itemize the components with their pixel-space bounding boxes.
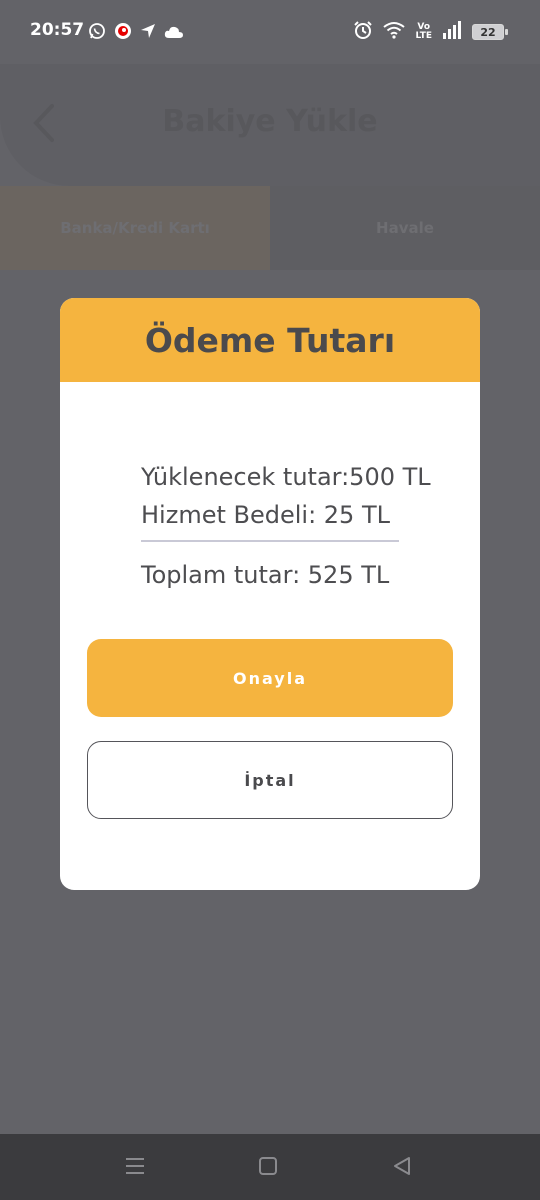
status-bar: 20:57 Vo LTE 22 (0, 0, 540, 64)
load-amount-text: Yüklenecek tutar:500 TL (141, 463, 431, 491)
payment-dialog: Ödeme Tutarı Yüklenecek tutar:500 TL Hiz… (60, 298, 480, 890)
service-fee-text: Hizmet Bedeli: 25 TL (141, 501, 390, 529)
whatsapp-icon (88, 22, 106, 44)
page-title: Bakiye Yükle (162, 104, 378, 139)
dialog-header: Ödeme Tutarı (60, 298, 480, 382)
wifi-icon (383, 21, 406, 43)
payment-summary: Yüklenecek tutar:500 TL Hizmet Bedeli: 2… (141, 458, 431, 534)
tab-bank-card[interactable]: Banka/Kredi Kartı (0, 186, 270, 270)
system-nav-bar (0, 1134, 540, 1200)
summary-divider (141, 540, 399, 542)
tab-bar: Banka/Kredi Kartı Havale (0, 186, 540, 270)
confirm-button[interactable]: Onayla (87, 639, 453, 717)
total-amount-text: Toplam tutar: 525 TL (141, 561, 390, 589)
home-button[interactable] (254, 1154, 282, 1182)
back-triangle-icon (391, 1155, 413, 1181)
status-right-icons: Vo LTE 22 (353, 20, 508, 44)
tab-havale[interactable]: Havale (270, 186, 540, 270)
vodafone-icon (114, 22, 132, 44)
menu-icon (124, 1156, 146, 1180)
cancel-button[interactable]: İptal (87, 741, 453, 819)
alarm-icon (353, 20, 373, 44)
status-time: 20:57 (30, 20, 85, 40)
battery-icon: 22 (472, 24, 508, 40)
recent-apps-button[interactable] (121, 1154, 149, 1182)
location-arrow-icon (140, 23, 156, 43)
status-left-icons (88, 22, 184, 44)
home-square-icon (257, 1155, 279, 1181)
signal-icon (442, 21, 462, 43)
cloud-icon (164, 24, 184, 43)
volte-icon: Vo LTE (415, 23, 432, 41)
dialog-title: Ödeme Tutarı (144, 320, 396, 360)
nav-back-button[interactable] (388, 1154, 416, 1182)
volte-bottom: LTE (415, 31, 432, 41)
